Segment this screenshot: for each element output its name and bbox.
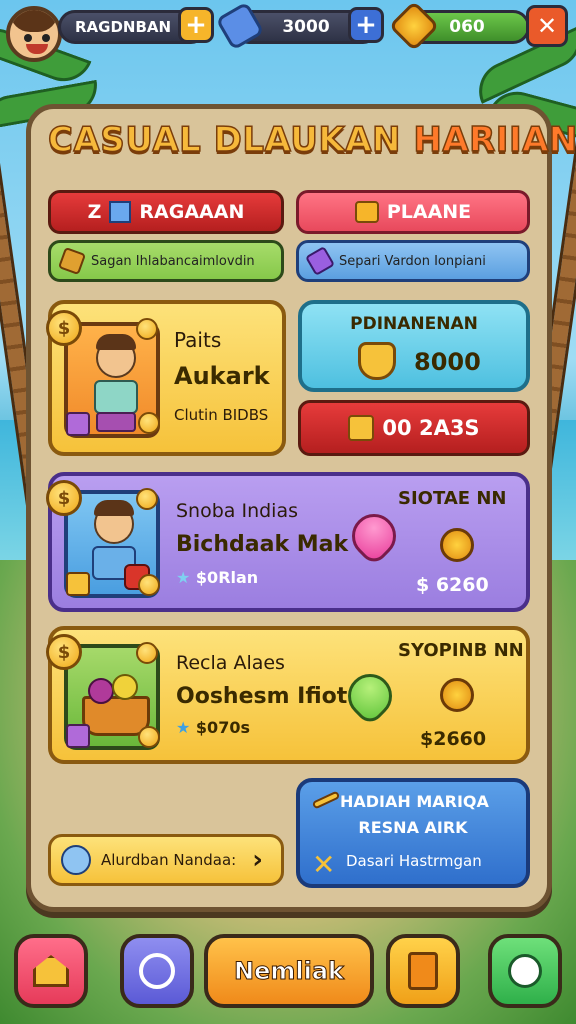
coin-icon xyxy=(136,642,158,664)
star-icon: ★ xyxy=(176,568,191,587)
offer-card-2[interactable]: $ Recla Alaes Ooshesm Ifiot ★ $070s SYOP… xyxy=(46,626,530,764)
coin-icon: $ xyxy=(46,310,82,346)
offer-subtitle: Bichdaak Mak xyxy=(176,532,349,557)
wand-icon xyxy=(311,790,341,810)
blue-card-line-2: RESNA AIRK xyxy=(358,818,468,837)
red-button-label: 00 2A3S xyxy=(382,416,480,440)
character-hair xyxy=(96,334,136,350)
subtab-label: Separi Vardon Ionpiani xyxy=(339,253,486,269)
fruit-icon xyxy=(112,674,138,700)
plus-icon: + xyxy=(355,10,377,40)
home-button[interactable] xyxy=(14,934,88,1008)
scroll-icon xyxy=(57,246,87,276)
heart-icon xyxy=(338,664,402,728)
tab-label: RAGAAAN xyxy=(139,201,245,223)
gem-icon xyxy=(66,724,90,748)
tab-label: PLAANE xyxy=(386,201,472,223)
close-icon: ✕ xyxy=(536,12,558,40)
red-action-button[interactable]: 00 2A3S xyxy=(298,400,530,456)
reward-amount: 8000 xyxy=(414,348,481,376)
tab-prefix: Z xyxy=(87,201,102,223)
profile-button[interactable] xyxy=(488,934,562,1008)
featured-line-1: Paits xyxy=(174,328,222,352)
currency-amount: 3000 xyxy=(282,17,330,37)
title-part-1: CASUAL DLAUKAN xyxy=(47,119,402,161)
arrow-right-icon: › xyxy=(252,845,263,875)
plus-icon: + xyxy=(185,10,207,40)
offer-title: Recla Alaes xyxy=(176,652,285,674)
offer-subtitle: Ooshesm Ifiot xyxy=(176,684,348,709)
main-action-button[interactable]: Nemliak xyxy=(204,934,374,1008)
offer-price: $2660 xyxy=(420,728,487,750)
featured-line-2: Aukark xyxy=(174,362,270,390)
gift-icon xyxy=(348,415,375,441)
close-button[interactable]: ✕ xyxy=(526,5,568,47)
coin-icon: $ xyxy=(46,480,82,516)
offer-title: Snoba Indias xyxy=(176,500,298,522)
reward-box[interactable]: PDINANENAN 8000 xyxy=(298,300,530,392)
offer-rating-value: $070s xyxy=(195,718,250,737)
add-profile-button[interactable]: + xyxy=(178,7,214,43)
gear-coin-icon xyxy=(440,678,474,712)
coin-icon xyxy=(136,318,158,340)
chat-bubble-icon xyxy=(61,845,91,875)
gem-icon xyxy=(66,572,90,596)
home-icon xyxy=(33,955,69,987)
reward-title: PDINANENAN xyxy=(350,314,478,334)
player-avatar[interactable] xyxy=(6,6,62,62)
offer-rating: ★ $070s xyxy=(176,718,250,737)
star-icon: ★ xyxy=(176,718,191,737)
gear-coin-icon xyxy=(440,528,474,562)
heart-gold-icon xyxy=(358,342,396,380)
coin-icon: $ xyxy=(46,634,82,670)
compass-button[interactable] xyxy=(120,934,194,1008)
blue-card-line-3: Dasari Hastrmgan xyxy=(346,852,482,870)
coin-icon xyxy=(138,412,160,434)
main-action-label: Nemliak xyxy=(234,957,345,986)
chat-pill-label: Alurdban Nandaa: xyxy=(101,851,237,869)
fruit-icon xyxy=(88,678,114,704)
subtab-left[interactable]: Sagan Ihlabancaimlovdin xyxy=(48,240,284,282)
subtab-right[interactable]: Separi Vardon Ionpiani xyxy=(296,240,530,282)
compass-icon xyxy=(139,953,175,989)
page-title: CASUAL DLAUKAN HARIIAN xyxy=(47,119,576,161)
featured-line-3: Clutin BIDBS xyxy=(174,406,269,424)
gem-amount: 060 xyxy=(449,17,485,37)
offer-price: $ 6260 xyxy=(416,574,489,596)
offer-rating-value: $0Rlan xyxy=(195,568,259,587)
player-name: RAGDNBAN xyxy=(75,18,172,36)
offer-badge: SIOTAE NN xyxy=(398,488,507,509)
subtab-label: Sagan Ihlabancaimlovdin xyxy=(91,253,255,269)
character-shirt xyxy=(94,380,138,414)
featured-card[interactable]: $ Paits Aukark Clutin BIDBS xyxy=(46,300,286,456)
heart-icon xyxy=(342,504,406,568)
add-currency-button[interactable]: + xyxy=(348,7,384,43)
character-hair xyxy=(94,500,134,516)
title-part-2: HARIIAN xyxy=(413,119,576,161)
gift-icon xyxy=(354,201,379,223)
crossed-swords-icon: ✕ xyxy=(312,848,336,881)
tab-ragaaan[interactable]: Z RAGAAAN xyxy=(48,190,284,234)
chat-pill[interactable]: Alurdban Nandaa: › xyxy=(48,834,284,886)
book-icon xyxy=(109,201,132,223)
profile-icon xyxy=(508,954,542,988)
gift-reward-card[interactable]: HADIAH MARIQA RESNA AIRK ✕ Dasari Hastrm… xyxy=(296,778,530,888)
character-shorts xyxy=(96,412,136,432)
gem-icon xyxy=(66,412,90,436)
shop-bag-icon xyxy=(408,952,438,990)
offer-rating: ★ $0Rlan xyxy=(176,568,258,587)
coin-icon xyxy=(138,574,160,596)
offer-card-1[interactable]: $ Snoba Indias Bichdaak Mak ★ $0Rlan SIO… xyxy=(46,472,530,612)
blue-card-line-1: HADIAH MARIQA xyxy=(340,792,489,811)
shop-button[interactable] xyxy=(386,934,460,1008)
tab-plaane[interactable]: PLAANE xyxy=(296,190,530,234)
key-icon xyxy=(304,245,336,277)
coin-icon xyxy=(136,488,158,510)
coin-icon xyxy=(138,726,160,748)
offer-badge: SYOPINB NN xyxy=(398,640,524,661)
